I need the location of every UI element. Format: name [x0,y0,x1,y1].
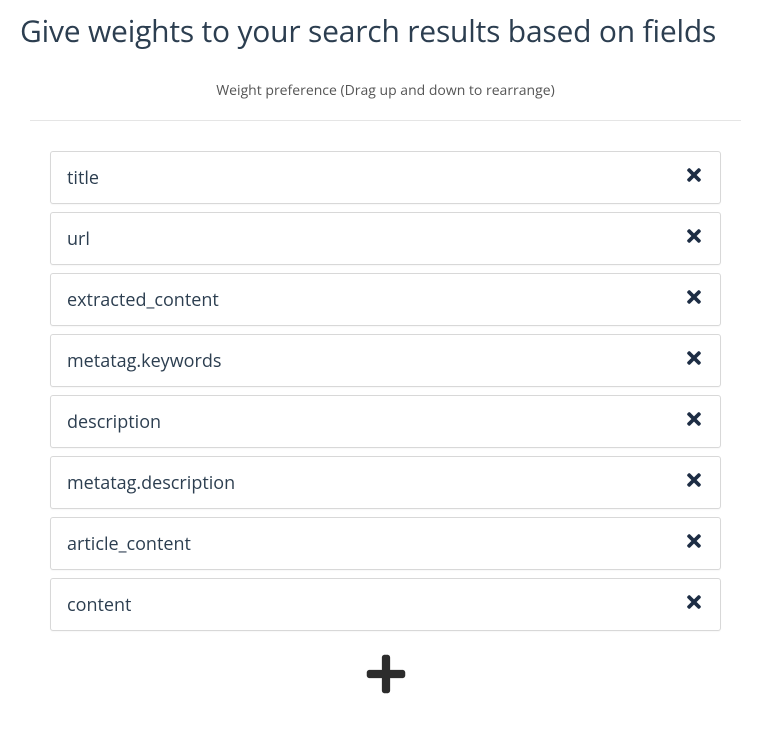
field-item[interactable]: title [50,151,721,204]
remove-field-button[interactable] [684,287,704,312]
remove-field-button[interactable] [684,165,704,190]
field-label: title [67,166,99,190]
field-label: content [67,593,131,617]
close-icon [684,470,704,495]
field-label: url [67,227,90,251]
close-icon [684,287,704,312]
close-icon [684,592,704,617]
field-item[interactable]: metatag.description [50,456,721,509]
field-list: title url extracted_content [30,151,741,631]
field-label: description [67,410,161,434]
close-icon [684,348,704,373]
close-icon [684,409,704,434]
close-icon [684,226,704,251]
close-icon [684,531,704,556]
field-item[interactable]: extracted_content [50,273,721,326]
plus-icon [364,652,408,701]
remove-field-button[interactable] [684,592,704,617]
close-icon [684,165,704,190]
remove-field-button[interactable] [684,531,704,556]
remove-field-button[interactable] [684,348,704,373]
field-label: metatag.keywords [67,349,221,373]
page-title: Give weights to your search results base… [20,10,751,51]
subtitle: Weight preference (Drag up and down to r… [30,81,741,121]
field-item[interactable]: metatag.keywords [50,334,721,387]
field-item[interactable]: content [50,578,721,631]
field-item[interactable]: article_content [50,517,721,570]
field-item[interactable]: url [50,212,721,265]
remove-field-button[interactable] [684,470,704,495]
add-field-button[interactable] [361,651,411,701]
field-item[interactable]: description [50,395,721,448]
field-label: extracted_content [67,288,219,312]
remove-field-button[interactable] [684,409,704,434]
field-label: article_content [67,532,191,556]
remove-field-button[interactable] [684,226,704,251]
field-label: metatag.description [67,471,235,495]
